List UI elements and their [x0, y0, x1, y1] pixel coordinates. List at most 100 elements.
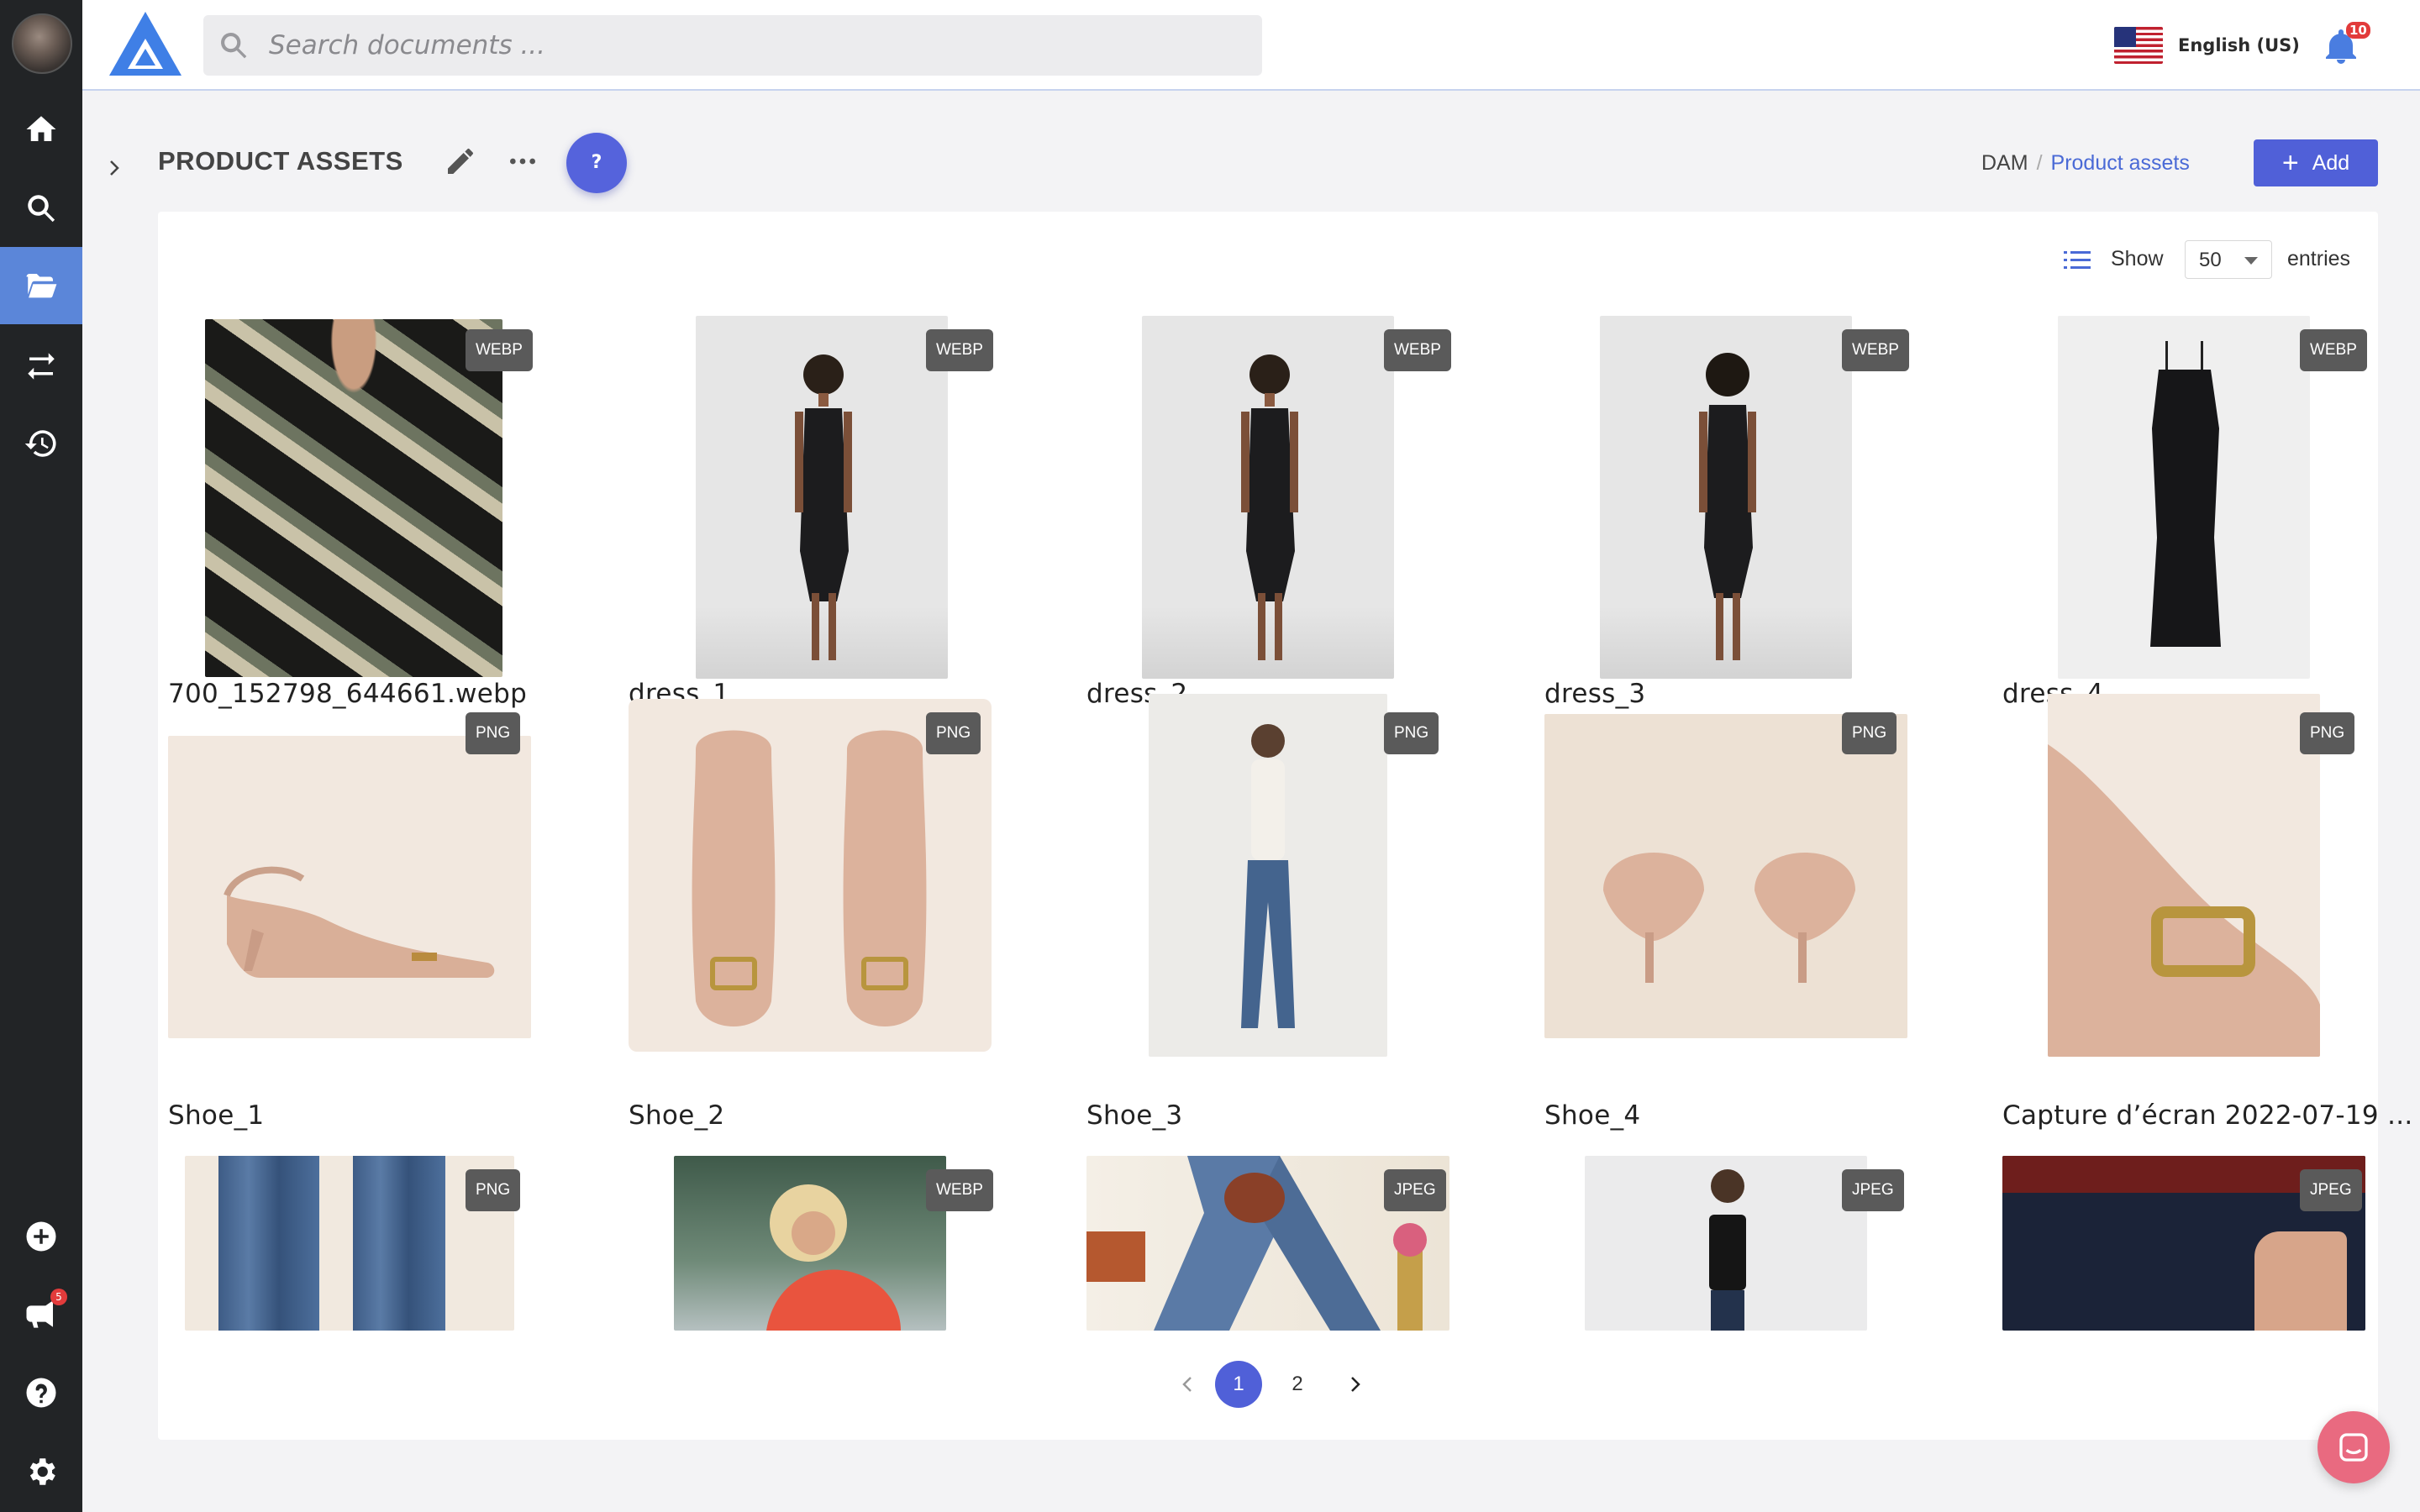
chat-icon	[2339, 1433, 2368, 1462]
language-selector[interactable]: English (US)	[2114, 27, 2300, 64]
next-page-chevron-icon[interactable]	[1343, 1361, 1368, 1408]
portrait-image	[766, 1184, 901, 1331]
format-badge: WEBP	[2300, 329, 2367, 371]
search-input[interactable]	[269, 24, 1244, 67]
shoe-pair-image	[692, 730, 927, 1026]
plus-circle-icon	[26, 1221, 56, 1252]
breadcrumb-separator: /	[2036, 151, 2043, 175]
plus-icon: +	[2281, 147, 2299, 179]
show-label: Show	[2111, 247, 2164, 270]
dress-figure-image	[795, 354, 852, 660]
entries-label: entries	[2287, 247, 2351, 270]
top-bar: English (US) 10	[82, 0, 2420, 91]
user-avatar[interactable]	[12, 13, 72, 74]
notifications-button[interactable]: 10	[2321, 22, 2370, 67]
asset-thumbnail[interactable]	[1142, 316, 1394, 679]
model-jeans-image	[1241, 724, 1295, 1028]
format-badge: PNG	[1384, 712, 1439, 754]
breadcrumb-root[interactable]: DAM	[1981, 151, 2028, 175]
nav-transfers[interactable]	[0, 328, 82, 405]
asset-thumbnail[interactable]	[1544, 714, 1907, 1038]
asset-name[interactable]: Shoe_1	[168, 1100, 264, 1131]
model-top-image	[1709, 1169, 1746, 1331]
format-badge: PNG	[466, 1169, 521, 1211]
jeans-leg-image	[353, 1156, 445, 1331]
home-icon	[26, 116, 56, 141]
shoe-back-image	[1603, 853, 1855, 983]
search-icon	[221, 33, 247, 59]
dress-figure-image	[1699, 353, 1756, 660]
asset-name[interactable]: Shoe_4	[1544, 1100, 1640, 1131]
format-badge: WEBP	[926, 329, 993, 371]
chat-launcher[interactable]	[2317, 1411, 2390, 1483]
asset-thumbnail[interactable]	[2048, 694, 2320, 1057]
format-badge: PNG	[2300, 712, 2355, 754]
gear-icon	[29, 1458, 55, 1485]
asset-thumbnail[interactable]	[674, 1156, 946, 1331]
breadcrumb: DAM / Product assets	[1981, 151, 2190, 176]
asset-name[interactable]: 700_152798_644661.webp	[168, 679, 527, 709]
nav-documents[interactable]	[0, 247, 82, 324]
dress-figure-image	[1241, 354, 1298, 660]
nav-help[interactable]	[0, 1354, 82, 1431]
format-badge: JPEG	[1842, 1169, 1904, 1211]
add-button-label: Add	[2312, 150, 2350, 175]
format-badge: PNG	[466, 712, 521, 754]
asset-name[interactable]: Shoe_3	[1086, 1100, 1182, 1131]
nav-history[interactable]	[0, 405, 82, 482]
asset-name[interactable]: dress_3	[1544, 679, 1645, 709]
format-badge: JPEG	[1384, 1169, 1446, 1211]
format-badge: PNG	[1842, 712, 1897, 754]
previous-page-chevron-icon[interactable]	[1175, 1361, 1200, 1408]
asset-thumbnail[interactable]	[1585, 1156, 1867, 1331]
format-badge: JPEG	[2300, 1169, 2362, 1211]
asset-thumbnail[interactable]	[1600, 316, 1852, 679]
folder-open-icon	[26, 274, 57, 298]
help-button[interactable]: ?	[566, 133, 627, 193]
add-button[interactable]: + Add	[2254, 139, 2378, 186]
left-rail: 5	[0, 0, 82, 1512]
search-icon	[28, 195, 55, 223]
asset-thumbnail[interactable]	[696, 316, 948, 679]
page-size-select[interactable]: 50	[2185, 240, 2272, 279]
nav-search[interactable]	[0, 170, 82, 247]
page-button[interactable]: 2	[1274, 1361, 1321, 1408]
asset-thumbnail[interactable]	[168, 736, 531, 1038]
app-logo-icon[interactable]	[108, 10, 183, 77]
format-badge: WEBP	[1384, 329, 1451, 371]
asset-tile[interactable]: WEBP 700_152798_644661.webp	[168, 316, 588, 709]
format-badge: WEBP	[926, 1169, 993, 1211]
jeans-leg-image	[218, 1156, 319, 1331]
assets-panel: Show 50 entries WEBP 700_152798_644661.w…	[158, 212, 2412, 1440]
format-badge: WEBP	[466, 329, 533, 371]
expand-panel-chevron-icon[interactable]	[104, 158, 124, 178]
history-icon	[24, 430, 56, 457]
caret-down-icon	[2244, 257, 2258, 265]
us-flag-icon	[2114, 27, 2163, 64]
edit-pencil-icon[interactable]	[444, 144, 477, 178]
question-circle-icon	[26, 1378, 56, 1408]
shoe-side-image	[224, 866, 495, 978]
asset-thumbnail[interactable]	[2058, 316, 2310, 679]
asset-name[interactable]: Capture d’écran 2022-07-19 ...	[2002, 1100, 2413, 1131]
nav-home[interactable]	[0, 91, 82, 168]
page-title: PRODUCT ASSETS	[158, 146, 403, 176]
search-bar[interactable]	[203, 15, 1262, 76]
list-view-icon[interactable]	[2064, 249, 2091, 272]
asset-thumbnail[interactable]	[205, 319, 502, 677]
format-badge: WEBP	[1842, 329, 1909, 371]
nav-create[interactable]	[0, 1198, 82, 1275]
nav-announcements[interactable]: 5	[0, 1275, 82, 1352]
language-label: English (US)	[2178, 35, 2300, 55]
breadcrumb-current[interactable]: Product assets	[2051, 151, 2190, 175]
format-badge: PNG	[926, 712, 981, 754]
page-size-value: 50	[2199, 249, 2222, 271]
page-button-current[interactable]: 1	[1215, 1361, 1262, 1408]
asset-name[interactable]: Shoe_2	[629, 1100, 724, 1131]
shoe-closeup-image	[2048, 744, 2320, 1057]
announcements-badge: 5	[50, 1289, 67, 1305]
more-options-icon[interactable]	[506, 144, 539, 178]
nav-settings[interactable]	[0, 1433, 82, 1510]
dress-product-image	[2150, 341, 2221, 647]
asset-thumbnail[interactable]	[1149, 694, 1387, 1057]
